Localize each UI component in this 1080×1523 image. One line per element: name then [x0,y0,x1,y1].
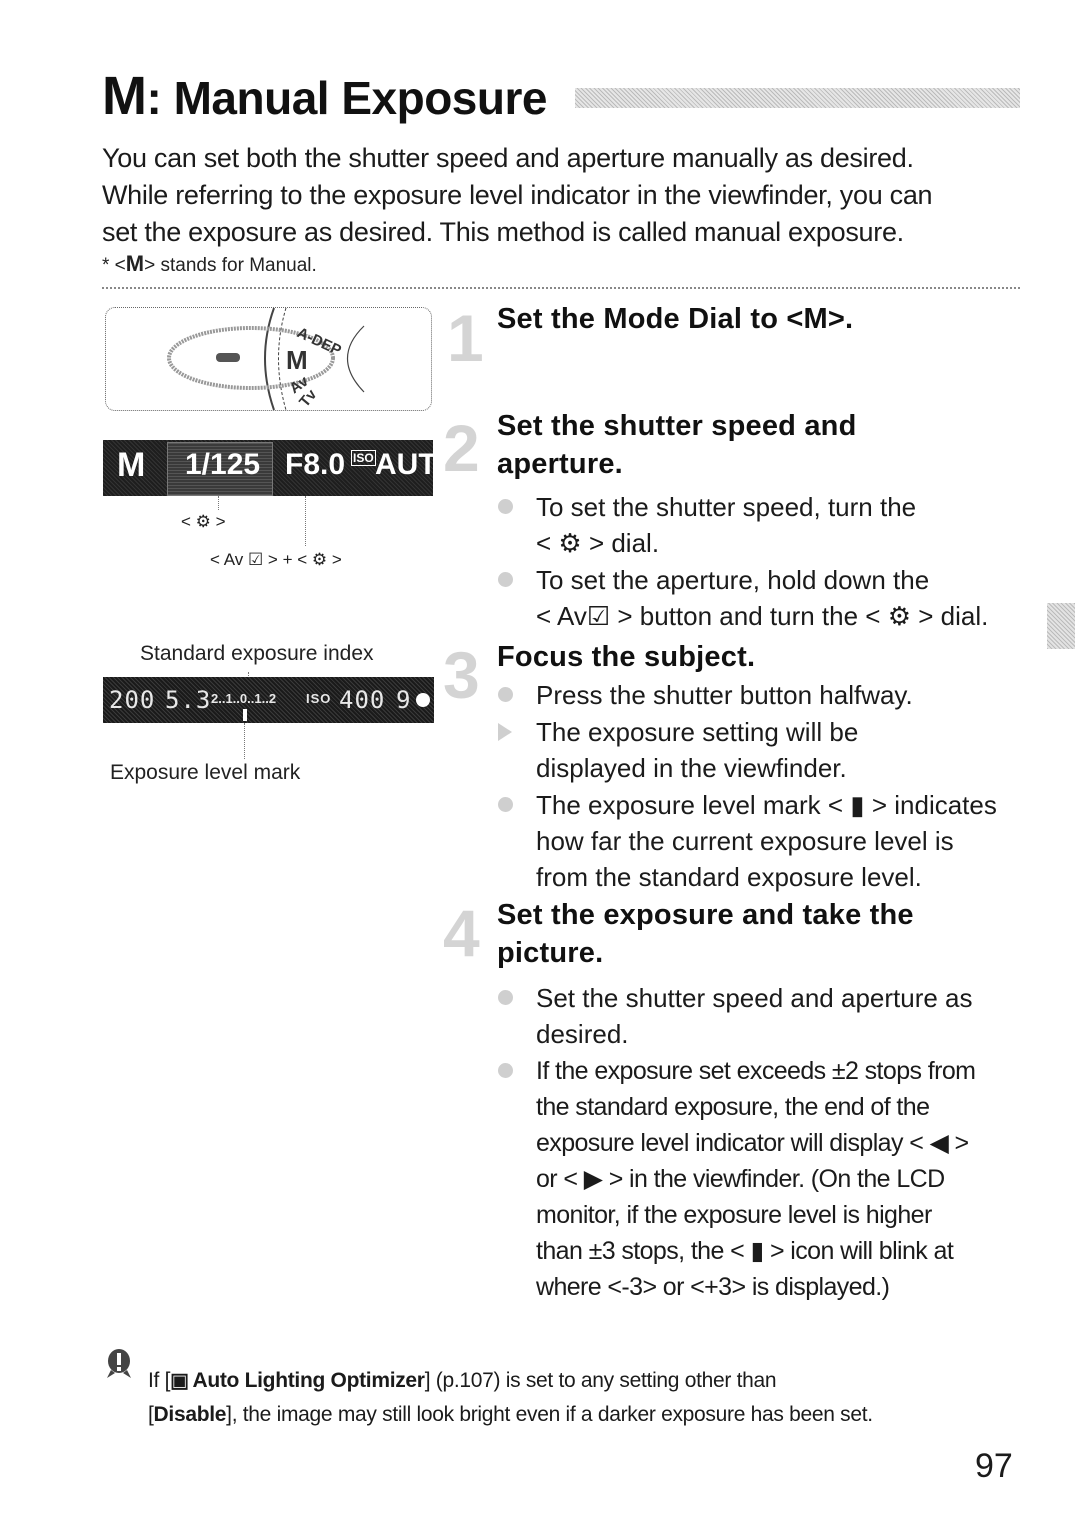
heading-line: aperture. [497,448,623,480]
footnote-prefix: * < [102,255,126,276]
intro-line: While referring to the exposure level in… [102,180,933,210]
step-number: 3 [443,638,480,712]
step-4-heading: Set the exposure and take the picture. [497,896,914,972]
page-number: 97 [975,1447,1013,1485]
av-dial-label: < Av ☑ > + < ⚙ > [210,550,342,569]
caution-icon [107,1348,131,1378]
lcd-aperture: F8.0 [285,448,346,481]
bullet-line: < Av☑ > button and turn the < ⚙ > dial. [536,601,989,631]
caution-text: If [ [148,1369,171,1392]
list-item: The exposure level mark < ▮ > indicates … [498,787,997,895]
heading-line: Set the exposure and take the [497,899,914,931]
bullet-line: from the standard exposure level. [536,862,922,892]
step-2-heading: Set the shutter speed and aperture. [497,407,857,483]
list-item: Set the shutter speed and aperture as de… [498,980,973,1052]
bullet-line: If the exposure set exceeds ±2 stops fro… [536,1057,976,1085]
list-item: If the exposure set exceeds ±2 stops fro… [498,1053,976,1305]
intro-line: set the exposure as desired. This method… [102,217,904,247]
vf-shutter: 200 [109,686,156,714]
result-arrow-icon [498,723,512,741]
caution-note: If [▣ Auto Lighting Optimizer] (p.107) i… [148,1364,1048,1431]
bullet-line: The exposure level mark < ▮ > indicates [536,790,997,820]
vf-shots: 9 [396,686,412,714]
bullet-icon [498,990,513,1005]
vf-exposure-scale: 2..1..0..1..2 [211,691,277,706]
bullet-line: than ±3 stops, the < ▮ > icon will blink… [536,1237,954,1265]
footnote: * <M> stands for Manual. [102,251,317,277]
mode-dial-illustration: M A-DEP Av Tv [105,307,432,411]
bullet-line: Set the shutter speed and aperture as [536,983,973,1013]
lcd-mode: M [117,446,146,484]
chapter-tab-marker [1047,603,1075,649]
bullet-line: Press the shutter button halfway. [536,680,913,710]
bullet-line: monitor, if the exposure level is higher [536,1201,932,1229]
intro-paragraph: You can set both the shutter speed and a… [102,140,1032,251]
lcd-shutter: 1/125 [185,448,261,481]
caution-text: ], the image may still look bright even … [226,1402,873,1426]
list-item: Press the shutter button halfway. [498,677,913,713]
callout-line [244,723,245,759]
vf-aperture: 5.3 [165,686,212,714]
bullet-line: To set the aperture, hold down the [536,565,930,595]
bullet-line: The exposure setting will be [536,717,859,747]
exposure-level-mark-caption: Exposure level mark [110,761,301,784]
lcd-panel-illustration: M 1/125 F8.0 ISO AUTO [103,440,459,496]
step-number: 1 [447,301,484,375]
svg-text:M: M [286,345,308,375]
menu-setting-name: Disable [153,1402,227,1426]
caution-line: If [▣ Auto Lighting Optimizer] (p.107) i… [148,1364,1048,1398]
bullet-line: < ⚙ > dial. [536,528,660,558]
bullet-icon [498,499,513,514]
bullet-line: exposure level indicator will display < … [536,1129,969,1157]
bullet-line: desired. [536,1019,629,1049]
footnote-suffix: > stands for Manual. [144,255,317,276]
main-dial-label: < ⚙ > [181,512,226,531]
bullet-line: displayed in the viewfinder. [536,753,847,783]
bullet-icon [498,797,513,812]
intro-line: You can set both the shutter speed and a… [102,143,914,173]
list-item: To set the shutter speed, turn the < ⚙ >… [498,489,917,561]
step-number: 2 [443,411,480,485]
menu-item-name: Auto Lighting Optimizer [192,1369,425,1392]
callout-line [218,496,219,510]
title-separator: : [146,72,174,124]
step-number: 4 [443,896,480,970]
heading-line: picture. [497,937,604,969]
title-mode-letter: M [102,66,147,126]
viewfinder-illustration: 200 5.3 2..1..0..1..2 ISO 400 9 [103,677,434,723]
camera-alo-icon: ▣ [170,1369,193,1392]
bullet-icon [498,1063,513,1078]
bullet-line: the standard exposure, the end of the [536,1093,930,1121]
title-text: Manual Exposure [173,72,548,124]
caution-line: [Disable], the image may still look brig… [148,1398,1048,1431]
list-item: To set the aperture, hold down the < Av☑… [498,562,989,634]
lcd-iso-label: ISO [351,450,376,466]
caution-text: ] (p.107) is set to any setting other th… [424,1369,777,1392]
mode-dial-icon: M A-DEP Av Tv [167,307,365,411]
standard-exposure-index-caption: Standard exposure index [140,642,374,665]
bullet-line: or < ▶ > in the viewfinder. (On the LCD [536,1165,945,1193]
heading-line: Set the shutter speed and [497,410,857,442]
callout-line [305,496,306,546]
bullet-line: how far the current exposure level is [536,826,954,856]
list-item: The exposure setting will be displayed i… [498,714,859,786]
vf-iso-value: 400 [339,686,386,714]
vf-iso-label: ISO [306,691,332,706]
bullet-icon [498,687,513,702]
footnote-mode: M [125,251,145,276]
step-1-heading: Set the Mode Dial to <M>. [497,303,854,335]
page-title: M: Manual Exposure [102,66,547,128]
title-decorative-bar [575,88,1020,108]
step-3-heading: Focus the subject. [497,641,756,673]
bullet-line: where <-3> or <+3> is displayed.) [536,1273,890,1301]
divider [102,287,1020,289]
focus-confirm-icon [416,693,430,707]
bullet-icon [498,572,513,587]
exposure-level-mark-icon [243,709,247,721]
bullet-line: To set the shutter speed, turn the [536,492,917,522]
